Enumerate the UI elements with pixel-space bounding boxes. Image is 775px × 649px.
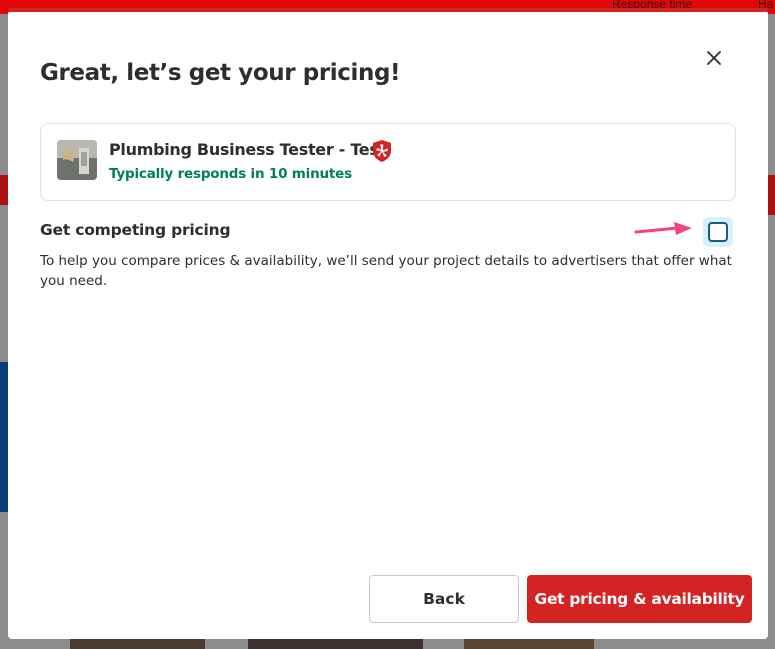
background-image <box>248 639 423 649</box>
get-pricing-button[interactable]: Get pricing & availability <box>527 575 752 623</box>
background-image <box>464 639 594 649</box>
pricing-modal: Great, let’s get your pricing! Plumbing … <box>8 8 768 639</box>
modal-accent-bar <box>8 8 768 12</box>
competing-pricing-checkbox[interactable] <box>708 222 728 242</box>
background-block <box>0 362 8 512</box>
business-card: Plumbing Business Tester - Test Typicall… <box>40 123 736 201</box>
modal-title: Great, let’s get your pricing! <box>40 60 401 86</box>
competing-pricing-checkbox-wrapper[interactable] <box>703 217 733 247</box>
response-time-text: Typically responds in 10 minutes <box>109 166 352 182</box>
background-block <box>768 175 775 215</box>
verified-badge-icon <box>373 140 391 162</box>
business-photo <box>57 140 97 180</box>
back-button[interactable]: Back <box>369 575 519 623</box>
close-button[interactable] <box>702 46 726 70</box>
competing-pricing-label: Get competing pricing <box>40 221 231 239</box>
close-icon[interactable] <box>706 50 722 66</box>
arrow-icon <box>634 222 692 235</box>
background-image <box>70 639 205 649</box>
business-name: Plumbing Business Tester - Test <box>109 140 386 159</box>
competing-pricing-description: To help you compare prices & availabilit… <box>40 253 732 289</box>
background-block <box>0 175 8 205</box>
